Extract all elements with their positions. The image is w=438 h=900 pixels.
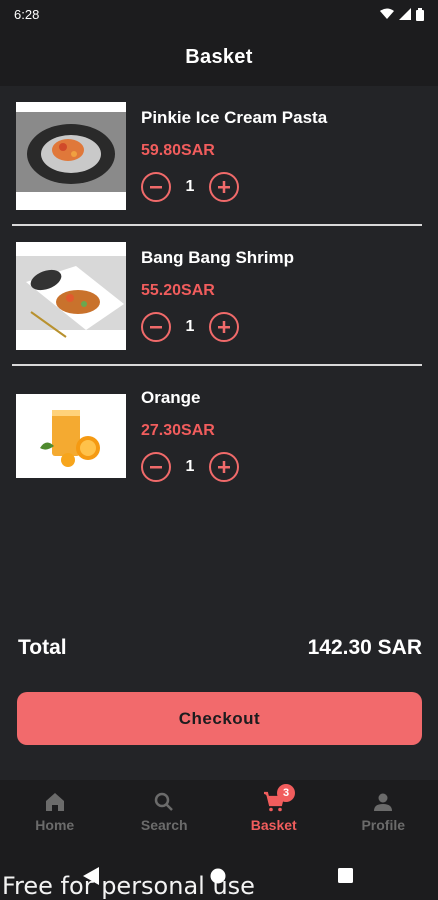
quantity-stepper: 1 [141,452,239,482]
plus-icon [218,181,230,193]
battery-icon [416,7,424,21]
item-image [16,102,126,210]
divider [12,364,422,366]
cart-badge: 3 [277,784,295,802]
status-icons [380,7,424,21]
checkout-button[interactable]: Checkout [17,692,422,745]
total-row: Total 142.30 SAR [18,636,422,660]
item-image [16,394,126,478]
nav-label: Basket [250,816,297,833]
basket-item: Bang Bang Shrimp 55.20SAR 1 [0,240,438,380]
item-price: 27.30SAR [141,422,215,439]
increase-button[interactable] [209,172,239,202]
person-icon [374,793,393,811]
item-name: Bang Bang Shrimp [141,248,295,267]
item-quantity: 1 [185,318,195,335]
increase-button[interactable] [209,312,239,342]
quantity-stepper: 1 [141,172,239,202]
divider [12,224,422,226]
item-price: 59.80SAR [141,142,215,159]
total-label: Total [18,636,67,659]
nav-item-profile[interactable]: Profile [329,780,438,842]
nav-item-basket[interactable]: 3 Basket [219,780,329,842]
minus-icon [150,466,162,469]
basket-item: Orange 27.30SAR 1 [0,380,438,520]
item-quantity: 1 [185,178,195,195]
bottom-nav: Home Search 3 Basket Profile [0,780,438,842]
page-title: Basket [185,45,253,68]
wifi-icon [380,8,394,19]
plus-icon [218,461,230,473]
status-bar: 6:28 [0,0,438,28]
search-icon [155,792,174,811]
item-name: Orange [141,388,201,407]
total-value: 142.30 SAR [307,636,422,659]
plus-icon [218,321,230,333]
watermark-text: Free for personal use [2,872,255,900]
basket-list: Pinkie Ice Cream Pasta 59.80SAR 1 Bang B… [0,86,438,780]
nav-label: Search [140,816,188,833]
basket-item: Pinkie Ice Cream Pasta 59.80SAR 1 [0,100,438,240]
item-price: 55.20SAR [141,282,215,299]
decrease-button[interactable] [141,172,171,202]
nav-label: Home [35,816,75,833]
recents-icon[interactable] [338,868,353,883]
minus-icon [150,186,162,189]
decrease-button[interactable] [141,312,171,342]
signal-icon [399,8,411,20]
increase-button[interactable] [209,452,239,482]
home-icon [45,792,64,811]
minus-icon [150,326,162,329]
nav-label: Profile [361,816,406,833]
status-time: 6:28 [14,6,40,22]
app-bar: Basket [0,28,438,86]
item-image [16,242,126,350]
decrease-button[interactable] [141,452,171,482]
quantity-stepper: 1 [141,312,239,342]
nav-item-search[interactable]: Search [110,780,220,842]
item-name: Pinkie Ice Cream Pasta [141,108,328,127]
item-quantity: 1 [185,458,195,475]
nav-item-home[interactable]: Home [0,780,110,842]
